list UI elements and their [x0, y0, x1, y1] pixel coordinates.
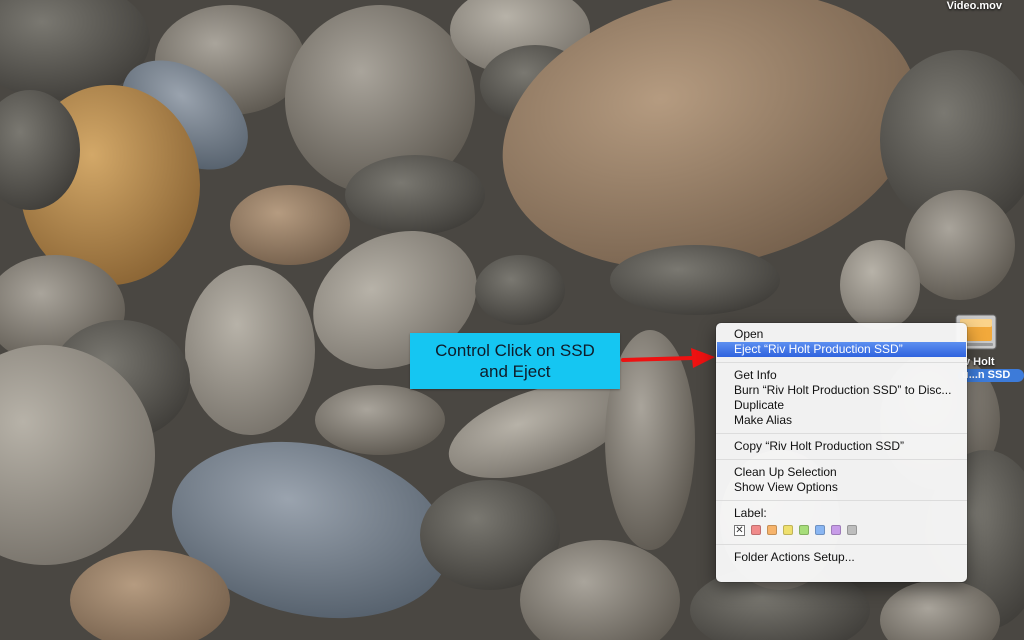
- label-red-swatch[interactable]: [751, 525, 761, 535]
- callout-line1: Control Click on SSD: [435, 341, 595, 360]
- label-none-button[interactable]: ✕: [734, 524, 745, 536]
- menu-item-burn[interactable]: Burn “Riv Holt Production SSD” to Disc..…: [716, 383, 967, 398]
- red-arrow-icon: [621, 348, 715, 368]
- menu-item-show-view-options[interactable]: Show View Options: [716, 480, 967, 495]
- drive-name-line1: v Holt: [964, 356, 995, 368]
- instruction-callout: Control Click on SSD and Eject: [410, 333, 620, 389]
- menu-item-folder-actions[interactable]: Folder Actions Setup...: [716, 550, 967, 565]
- menu-separator: [716, 433, 967, 434]
- menu-item-duplicate[interactable]: Duplicate: [716, 398, 967, 413]
- drive-name-label[interactable]: v Holt u...n SSD: [958, 356, 1024, 382]
- label-orange-swatch[interactable]: [767, 525, 777, 535]
- menu-item-clean-up[interactable]: Clean Up Selection: [716, 465, 967, 480]
- menu-separator: [716, 500, 967, 501]
- menu-item-eject[interactable]: Eject “Riv Holt Production SSD”: [717, 342, 966, 357]
- menu-separator: [716, 544, 967, 545]
- desktop-file-label[interactable]: Video.mov: [947, 0, 1002, 12]
- menu-item-make-alias[interactable]: Make Alias: [716, 413, 967, 428]
- label-gray-swatch[interactable]: [847, 525, 857, 535]
- drive-name-line2: u...n SSD: [958, 369, 1024, 382]
- menu-item-open[interactable]: Open: [716, 327, 967, 342]
- label-color-row: ✕: [716, 521, 967, 539]
- menu-item-copy[interactable]: Copy “Riv Holt Production SSD”: [716, 439, 967, 454]
- context-menu: Open Eject “Riv Holt Production SSD” Get…: [716, 323, 967, 582]
- menu-item-get-info[interactable]: Get Info: [716, 368, 967, 383]
- label-yellow-swatch[interactable]: [783, 525, 793, 535]
- menu-label-heading: Label:: [734, 506, 767, 520]
- menu-separator: [716, 362, 967, 363]
- label-green-swatch[interactable]: [799, 525, 809, 535]
- menu-separator: [716, 459, 967, 460]
- label-blue-swatch[interactable]: [815, 525, 825, 535]
- label-purple-swatch[interactable]: [831, 525, 841, 535]
- callout-line2: and Eject: [479, 362, 551, 381]
